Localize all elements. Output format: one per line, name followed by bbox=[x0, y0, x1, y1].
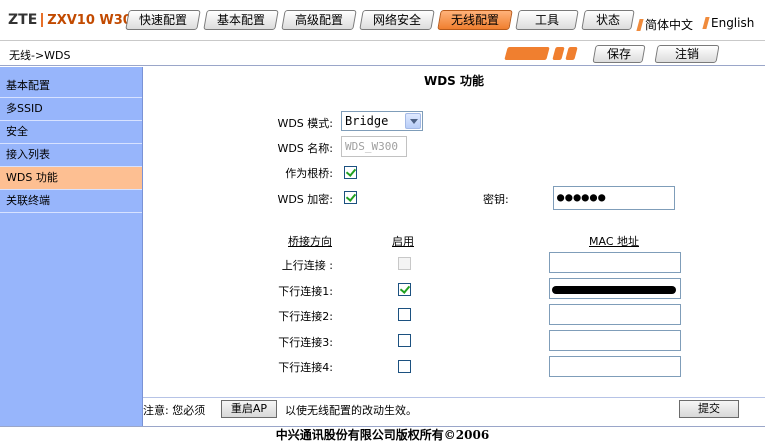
tab-basic-config[interactable]: 基本配置 bbox=[203, 10, 279, 30]
sidebar-item-clients[interactable]: 关联终端 bbox=[0, 190, 142, 213]
decor-stripe bbox=[552, 47, 565, 60]
redacted-mac-mark bbox=[552, 286, 676, 294]
breadcrumb: 无线->WDS bbox=[9, 49, 71, 62]
key-input[interactable]: ●●●●●● bbox=[553, 186, 675, 210]
downlink-3-mac-input[interactable] bbox=[549, 330, 681, 351]
tab-tools[interactable]: 工具 bbox=[515, 10, 579, 30]
downlink-4-mac-input[interactable] bbox=[549, 356, 681, 377]
decor-stripe bbox=[565, 47, 578, 60]
root-bridge-checkbox[interactable] bbox=[344, 166, 357, 179]
header-mac: MAC 地址 bbox=[589, 235, 639, 248]
downlink-3-enable-checkbox[interactable] bbox=[398, 334, 411, 347]
row-label-uplink: 上行连接 : bbox=[281, 259, 333, 272]
wds-name-label: WDS 名称: bbox=[277, 142, 333, 155]
uplink-enable-checkbox[interactable] bbox=[398, 257, 411, 270]
wds-mode-value: Bridge bbox=[345, 114, 389, 128]
logout-button[interactable]: 注销 bbox=[654, 45, 720, 63]
downlink-2-enable-checkbox[interactable] bbox=[398, 308, 411, 321]
lang-english-label: English bbox=[711, 16, 755, 30]
row-label-downlink-2: 下行连接2: bbox=[278, 310, 333, 323]
wds-mode-label: WDS 模式: bbox=[277, 117, 333, 130]
lang-chinese[interactable]: 简体中文 bbox=[636, 16, 694, 33]
page-title: WDS 功能 bbox=[423, 74, 485, 88]
copyright-text: 中兴通讯股份有限公司版权所有©2006 bbox=[275, 428, 490, 442]
logo-divider bbox=[41, 13, 44, 27]
notice-bar: 注意: 您必须 重启AP 以使无线配置的改动生效。 提交 bbox=[143, 397, 765, 419]
sidebar-item-multi-ssid[interactable]: 多SSID bbox=[0, 98, 142, 121]
brand-logo: ZTE ZXV10 W300 bbox=[8, 11, 141, 29]
header-enable: 启用 bbox=[392, 235, 414, 248]
restart-ap-button[interactable]: 重启AP bbox=[221, 400, 277, 418]
downlink-1-enable-checkbox[interactable] bbox=[398, 283, 411, 296]
tab-wireless-config[interactable]: 无线配置 bbox=[437, 10, 513, 30]
tab-status[interactable]: 状态 bbox=[581, 10, 635, 30]
header-bridge-direction: 桥接方向 bbox=[288, 235, 332, 248]
chevron-down-icon[interactable] bbox=[405, 113, 421, 129]
lang-english[interactable]: English bbox=[702, 16, 755, 30]
sidebar-item-wds[interactable]: WDS 功能 bbox=[0, 167, 142, 190]
row-label-downlink-1: 下行连接1: bbox=[278, 285, 333, 298]
lang-marker-icon bbox=[702, 17, 710, 29]
wds-name-input[interactable]: WDS_W300 bbox=[341, 136, 407, 157]
wds-encrypt-label: WDS 加密: bbox=[277, 193, 333, 206]
downlink-1-mac-input[interactable] bbox=[549, 278, 681, 299]
save-button[interactable]: 保存 bbox=[592, 45, 646, 63]
downlink-2-mac-input[interactable] bbox=[549, 304, 681, 325]
footer: 中兴通讯股份有限公司版权所有©2006 bbox=[0, 426, 765, 444]
sidebar-item-access-list[interactable]: 接入列表 bbox=[0, 144, 142, 167]
row-label-downlink-3: 下行连接3: bbox=[278, 336, 333, 349]
submit-button[interactable]: 提交 bbox=[679, 400, 739, 418]
tab-quick-config[interactable]: 快速配置 bbox=[125, 10, 201, 30]
top-bar: ZTE ZXV10 W300 快速配置 基本配置 高级配置 网络安全 无线配置 … bbox=[0, 0, 765, 40]
wds-mode-select[interactable]: Bridge bbox=[341, 111, 423, 131]
decor-stripe bbox=[504, 47, 550, 60]
downlink-4-enable-checkbox[interactable] bbox=[398, 360, 411, 373]
notice-suffix: 以使无线配置的改动生效。 bbox=[285, 404, 417, 417]
main-panel: WDS 功能 WDS 模式: Bridge WDS 名称: WDS_W300 作… bbox=[143, 67, 765, 397]
notice-prefix: 注意: 您必须 bbox=[143, 404, 206, 417]
sidebar: 基本配置 多SSID 安全 接入列表 WDS 功能 关联终端 bbox=[0, 67, 143, 426]
sidebar-item-security[interactable]: 安全 bbox=[0, 121, 142, 144]
root-bridge-label: 作为根桥: bbox=[285, 167, 333, 180]
lang-chinese-label: 简体中文 bbox=[645, 18, 694, 32]
tab-network-security[interactable]: 网络安全 bbox=[359, 10, 435, 30]
row-label-downlink-4: 下行连接4: bbox=[278, 361, 333, 374]
sidebar-item-basic[interactable]: 基本配置 bbox=[0, 75, 142, 98]
breadcrumb-bar: 无线->WDS 保存 注销 bbox=[0, 40, 765, 66]
wds-encrypt-checkbox[interactable] bbox=[344, 191, 357, 204]
key-label: 密钥: bbox=[483, 193, 509, 206]
lang-marker-icon bbox=[636, 18, 644, 31]
tab-advanced-config[interactable]: 高级配置 bbox=[281, 10, 357, 30]
uplink-mac-input[interactable] bbox=[549, 252, 681, 273]
logo-text: ZTE bbox=[8, 12, 38, 28]
